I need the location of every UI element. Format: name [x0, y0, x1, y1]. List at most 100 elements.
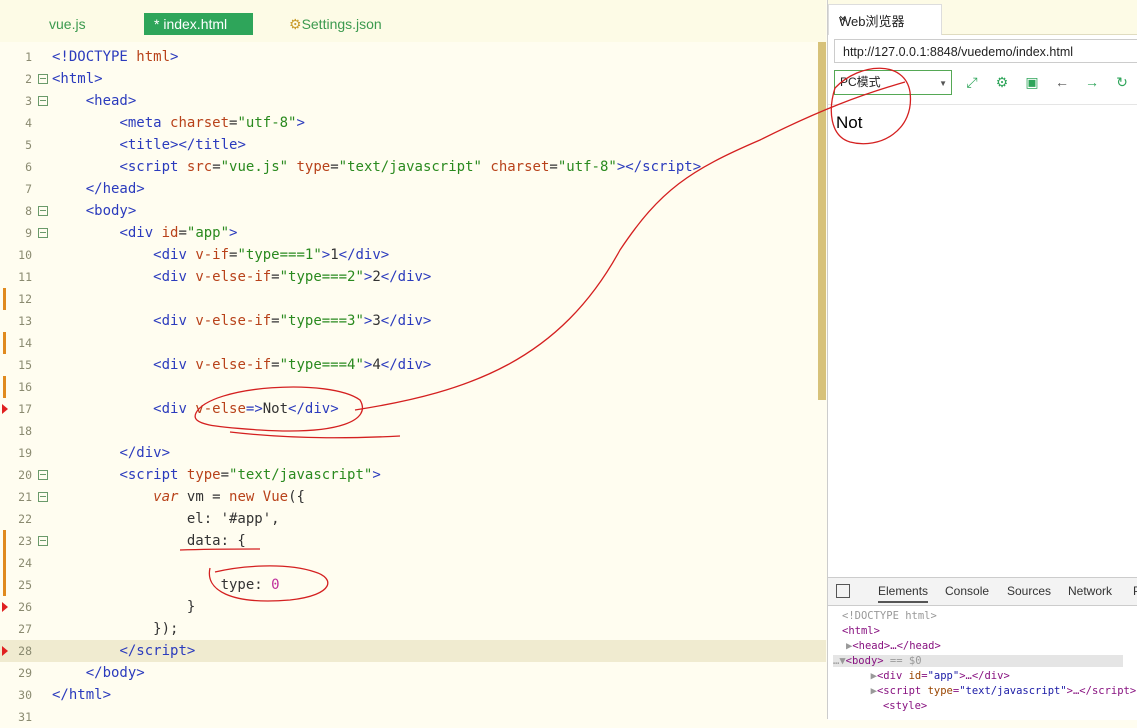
code-text[interactable]: <meta charset="utf-8">	[52, 112, 305, 134]
line-number: 31	[18, 710, 32, 724]
code-line[interactable]: 15 <div v-else-if="type===4">4</div>	[0, 354, 826, 376]
fold-toggle-icon[interactable]	[38, 74, 48, 84]
expand-icon[interactable]: ⤢	[964, 74, 980, 90]
code-text[interactable]: });	[52, 618, 178, 640]
browser-tab[interactable]: Web浏览器 ×	[828, 4, 942, 35]
code-text[interactable]: <script type="text/javascript">	[52, 464, 380, 486]
code-line[interactable]: 29 </body>	[0, 662, 826, 684]
code-line[interactable]: 1 <!DOCTYPE html>	[0, 46, 826, 68]
fold-toggle-icon[interactable]	[38, 206, 48, 216]
code-text[interactable]: </head>	[52, 178, 145, 200]
dom-node[interactable]: <style>	[864, 700, 927, 712]
code-text[interactable]: <div v-else=>Not</div>	[52, 398, 338, 420]
back-arrow-icon[interactable]: ←	[1054, 74, 1070, 90]
code-text[interactable]: <!DOCTYPE html>	[52, 46, 178, 68]
settings-icon[interactable]: ⚙	[994, 74, 1010, 90]
dom-node[interactable]: <html>	[842, 625, 880, 637]
code-text[interactable]: <head>	[52, 90, 137, 112]
editor-scrollbar[interactable]	[818, 42, 826, 400]
browser-viewport[interactable]: Not	[828, 104, 1137, 577]
tab-network[interactable]: Network	[1068, 584, 1112, 598]
code-line[interactable]: 28 </script>	[0, 640, 826, 662]
code-line[interactable]: 22 el: '#app',	[0, 508, 826, 530]
dom-node[interactable]: <!DOCTYPE html>	[842, 610, 937, 622]
code-line[interactable]: 3 <head>	[0, 90, 826, 112]
code-line[interactable]: 10 <div v-if="type===1">1</div>	[0, 244, 826, 266]
caret-down-icon: ▼	[939, 79, 947, 88]
line-number: 11	[18, 270, 32, 284]
dom-node[interactable]: ▶<div id="app">…</div>	[858, 670, 1010, 682]
code-line[interactable]: 30 </html>	[0, 684, 826, 706]
code-line[interactable]: 13 <div v-else-if="type===3">3</div>	[0, 310, 826, 332]
code-line[interactable]: 6 <script src="vue.js" type="text/javasc…	[0, 156, 826, 178]
code-line[interactable]: 20 <script type="text/javascript">	[0, 464, 826, 486]
tab-elements[interactable]: Elements	[878, 584, 929, 603]
code-line[interactable]: 8 <body>	[0, 200, 826, 222]
code-line[interactable]: 25 type: 0	[0, 574, 826, 596]
web-browser-panel: Web浏览器 × http://127.0.0.1:8848/vuedemo/i…	[827, 0, 1137, 720]
inspect-element-icon[interactable]	[836, 584, 850, 598]
code-text[interactable]: el: '#app',	[52, 508, 280, 530]
forward-arrow-icon[interactable]: →	[1084, 74, 1100, 90]
tab-sources[interactable]: Sources	[1007, 584, 1051, 598]
code-text[interactable]: <script src="vue.js" type="text/javascri…	[52, 156, 701, 178]
url-bar[interactable]: http://127.0.0.1:8848/vuedemo/index.html	[834, 39, 1137, 63]
code-text[interactable]: <div v-else-if="type===2">2</div>	[52, 266, 431, 288]
tab-settings-json[interactable]: ⚙Settings.json	[289, 13, 382, 35]
code-text[interactable]: </body>	[52, 662, 145, 684]
code-line[interactable]: 11 <div v-else-if="type===2">2</div>	[0, 266, 826, 288]
code-line[interactable]: 2 <html>	[0, 68, 826, 90]
tab-index-html[interactable]: * index.html	[144, 13, 253, 35]
code-line[interactable]: 16	[0, 376, 826, 398]
code-text[interactable]: <div id="app">	[52, 222, 237, 244]
fold-toggle-icon[interactable]	[38, 96, 48, 106]
code-line[interactable]: 7 </head>	[0, 178, 826, 200]
code-line[interactable]: 12	[0, 288, 826, 310]
code-text[interactable]: data: {	[52, 530, 246, 552]
code-line[interactable]: 24	[0, 552, 826, 574]
code-text[interactable]: <html>	[52, 68, 103, 90]
code-text[interactable]: </script>	[52, 640, 195, 662]
fold-toggle-icon[interactable]	[38, 470, 48, 480]
line-number: 20	[18, 468, 32, 482]
tab-vue-js[interactable]: vue.js	[49, 13, 86, 35]
line-number: 27	[18, 622, 32, 636]
code-text[interactable]: type: 0	[52, 574, 280, 596]
code-text[interactable]: <div v-else-if="type===3">3</div>	[52, 310, 431, 332]
code-line[interactable]: 9 <div id="app">	[0, 222, 826, 244]
code-text[interactable]: var vm = new Vue({	[52, 486, 305, 508]
code-line[interactable]: 21 var vm = new Vue({	[0, 486, 826, 508]
code-line[interactable]: 27 });	[0, 618, 826, 640]
fold-toggle-icon[interactable]	[38, 228, 48, 238]
code-text[interactable]: <div v-if="type===1">1</div>	[52, 244, 389, 266]
dom-node[interactable]: …▼<body> == $0	[833, 655, 1123, 667]
code-text[interactable]: }	[52, 596, 195, 618]
fold-toggle-icon[interactable]	[38, 492, 48, 502]
code-line[interactable]: 14	[0, 332, 826, 354]
tab-console[interactable]: Console	[945, 584, 989, 598]
code-line[interactable]: 4 <meta charset="utf-8">	[0, 112, 826, 134]
line-number: 14	[18, 336, 32, 350]
code-line[interactable]: 31	[0, 706, 826, 728]
code-line[interactable]: 18	[0, 420, 826, 442]
line-number: 30	[18, 688, 32, 702]
code-line[interactable]: 17 <div v-else=>Not</div>	[0, 398, 826, 420]
refresh-icon[interactable]: ↻	[1114, 74, 1130, 90]
code-line[interactable]: 23 data: {	[0, 530, 826, 552]
device-mode-select[interactable]: PC模式 ▼	[834, 70, 952, 95]
code-text[interactable]: <div v-else-if="type===4">4</div>	[52, 354, 431, 376]
code-line[interactable]: 19 </div>	[0, 442, 826, 464]
console-icon[interactable]: ▣	[1024, 74, 1040, 90]
fold-toggle-icon[interactable]	[38, 536, 48, 546]
tab-more[interactable]: P	[1133, 584, 1137, 598]
code-text[interactable]: <body>	[52, 200, 137, 222]
dom-node[interactable]: ▶<script type="text/javascript">…</scrip…	[858, 685, 1137, 697]
code-editor[interactable]: vue.js * index.html ⚙Settings.json 1 <!DO…	[0, 0, 826, 724]
code-text[interactable]: </html>	[52, 684, 111, 706]
code-text[interactable]: <title></title>	[52, 134, 245, 156]
code-line[interactable]: 5 <title></title>	[0, 134, 826, 156]
dom-node[interactable]: ▶<head>…</head>	[846, 640, 941, 652]
code-line[interactable]: 26 }	[0, 596, 826, 618]
close-icon[interactable]: ×	[839, 11, 847, 26]
code-text[interactable]: </div>	[52, 442, 170, 464]
